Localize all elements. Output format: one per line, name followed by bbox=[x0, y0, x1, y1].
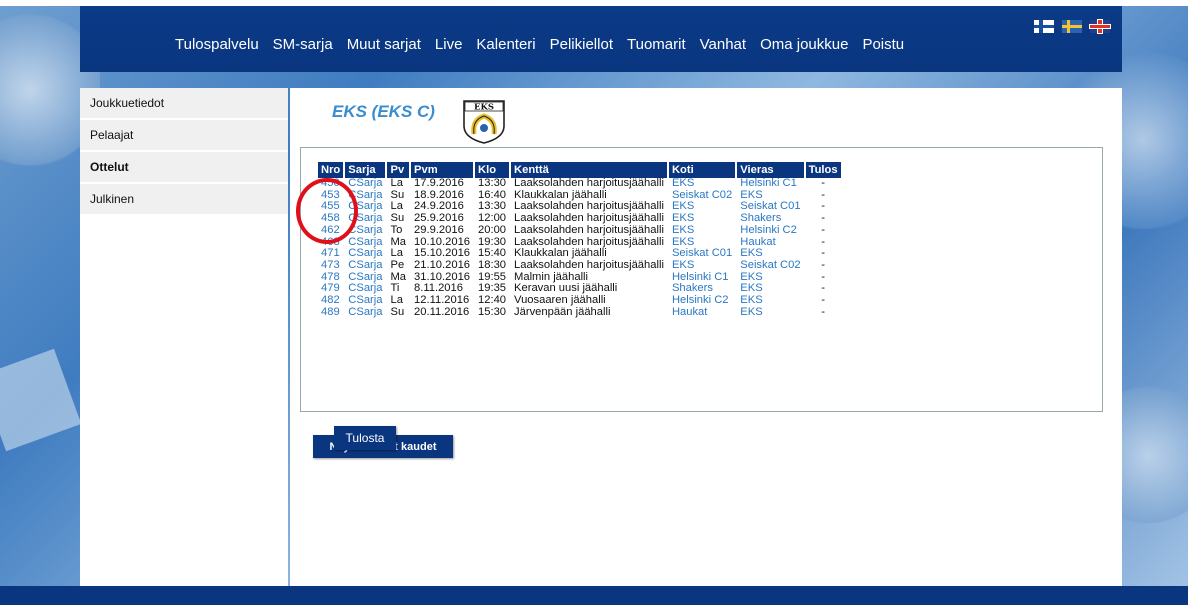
cell-tulos: - bbox=[821, 305, 825, 318]
column-header-sarja[interactable]: Sarja bbox=[345, 162, 386, 178]
cell-vieras[interactable]: EKS bbox=[737, 294, 803, 307]
cell-klo: 18:30 bbox=[478, 258, 507, 271]
nav-item-muut-sarjat[interactable]: Muut sarjat bbox=[347, 36, 421, 53]
cell-koti[interactable]: EKS bbox=[669, 224, 735, 237]
nav-item-poistu[interactable]: Poistu bbox=[862, 36, 904, 53]
cell-vieras[interactable]: Helsinki C2 bbox=[737, 224, 803, 237]
cell-pvm: 12.11.2016 bbox=[414, 294, 470, 307]
cell-pv: To bbox=[390, 223, 403, 236]
team-logo-icon: EKS bbox=[463, 100, 505, 144]
cell-pvm: 21.10.2016 bbox=[414, 258, 471, 271]
cell-kentta: Laaksolahden harjoitusjäähalli bbox=[514, 258, 664, 271]
cell-pv: La bbox=[390, 294, 403, 307]
column-header-koti[interactable]: Koti bbox=[668, 162, 736, 178]
column-header-klo[interactable]: Klo bbox=[475, 162, 510, 178]
swedish-flag-icon[interactable] bbox=[1062, 20, 1082, 33]
sidebar: Joukkuetiedot Pelaajat Ottelut Julkinen bbox=[80, 88, 288, 586]
column-header-vieras[interactable]: Vieras bbox=[737, 162, 804, 178]
sidebar-item-julkinen[interactable]: Julkinen bbox=[80, 184, 288, 214]
nav-item-live[interactable]: Live bbox=[435, 36, 463, 53]
cell-pv: Su bbox=[390, 305, 405, 318]
nav-item-pelikiellot[interactable]: Pelikiellot bbox=[550, 36, 613, 53]
sidebar-item-pelaajat[interactable]: Pelaajat bbox=[80, 120, 288, 150]
sidebar-item-ottelut[interactable]: Ottelut bbox=[80, 152, 288, 182]
main-content: EKS (EKS C) EKS Nro Sarja Pv Pvm Klo Kenttä Ko… bbox=[290, 88, 1122, 586]
cell-sarja[interactable]: CSarja bbox=[345, 306, 385, 319]
cell-kentta: Järvenpään jäähalli bbox=[514, 305, 611, 318]
cell-klo: 13:30 bbox=[478, 177, 507, 189]
cell-tulos: - bbox=[821, 258, 825, 271]
cell-vieras[interactable]: Seiskat C02 bbox=[737, 259, 803, 272]
footer-bar bbox=[0, 586, 1188, 605]
cell-sarja[interactable]: CSarja bbox=[345, 177, 385, 190]
finnish-flag-icon[interactable] bbox=[1034, 20, 1054, 33]
cell-nro[interactable]: 489 bbox=[318, 306, 343, 319]
table-row: 482 CSarja La 12.11.2016 12:40 Vuosaaren jääh… bbox=[318, 294, 841, 307]
column-header-kentta[interactable]: Kenttä bbox=[511, 162, 667, 178]
cell-vieras[interactable]: Helsinki C1 bbox=[737, 177, 803, 190]
red-circle-annotation bbox=[296, 178, 358, 244]
cell-kentta: Vuosaaren jäähalli bbox=[514, 294, 606, 307]
nav-item-kalenteri[interactable]: Kalenteri bbox=[476, 36, 535, 53]
print-button[interactable]: Tulosta bbox=[334, 426, 396, 450]
nav-item-oma-joukkue[interactable]: Oma joukkue bbox=[760, 36, 848, 53]
team-title: EKS (EKS C) bbox=[332, 102, 435, 121]
language-flags bbox=[1034, 20, 1110, 33]
cell-pvm: 20.11.2016 bbox=[414, 305, 470, 318]
cell-kentta: Laaksolahden harjoitusjäähalli bbox=[514, 223, 664, 236]
cell-koti[interactable]: EKS bbox=[669, 177, 735, 190]
nav-item-tulospalvelu[interactable]: Tulospalvelu bbox=[175, 36, 259, 53]
cell-sarja[interactable]: CSarja bbox=[345, 294, 385, 307]
cell-pv: La bbox=[390, 177, 403, 189]
cell-koti[interactable]: EKS bbox=[669, 259, 735, 272]
cell-sarja[interactable]: CSarja bbox=[345, 259, 385, 272]
english-flag-icon[interactable] bbox=[1090, 20, 1110, 33]
games-panel: Nro Sarja Pv Pvm Klo Kenttä Koti Vieras Tulos 45… bbox=[300, 147, 1103, 458]
cell-kentta: Laaksolahden harjoitusjäähalli bbox=[514, 177, 664, 189]
cell-vieras[interactable]: EKS bbox=[737, 306, 803, 319]
column-header-tulos[interactable]: Tulos bbox=[805, 162, 841, 178]
cell-koti[interactable]: Helsinki C2 bbox=[669, 294, 735, 307]
logo-text: EKS bbox=[474, 103, 494, 113]
cell-tulos: - bbox=[821, 294, 825, 307]
cell-pvm: 17.9.2016 bbox=[414, 177, 464, 189]
cell-pv: Pe bbox=[390, 258, 405, 271]
sidebar-item-joukkuetiedot[interactable]: Joukkuetiedot bbox=[80, 88, 288, 118]
cell-nro[interactable]: 473 bbox=[318, 259, 343, 272]
cell-pvm: 29.9.2016 bbox=[414, 223, 464, 236]
nav-item-tuomarit[interactable]: Tuomarit bbox=[627, 36, 686, 53]
column-header-nro[interactable]: Nro bbox=[318, 162, 344, 178]
nav-item-sm-sarja[interactable]: SM-sarja bbox=[273, 36, 333, 53]
table-row: 473 CSarja Pe 21.10.2016 18:30 Laaksolahden h… bbox=[318, 258, 841, 272]
cell-klo: 20:00 bbox=[478, 223, 507, 236]
column-header-pv[interactable]: Pv bbox=[387, 162, 410, 178]
cell-klo: 15:30 bbox=[478, 305, 507, 318]
cell-nro[interactable]: 482 bbox=[318, 294, 343, 307]
cell-klo: 12:40 bbox=[478, 294, 507, 307]
games-table: Nro Sarja Pv Pvm Klo Kenttä Koti Vieras Tulos 45… bbox=[316, 162, 843, 318]
table-row: 489 CSarja Su 20.11.2016 15:30 Järvenpään jää… bbox=[318, 305, 841, 319]
cell-tulos: - bbox=[821, 223, 825, 236]
nav-item-vanhat[interactable]: Vanhat bbox=[700, 36, 746, 53]
table-header-row: Nro Sarja Pv Pvm Klo Kenttä Koti Vieras Tulos bbox=[318, 162, 841, 178]
cell-koti[interactable]: Haukat bbox=[669, 306, 735, 319]
top-navigation-bar: Tulospalvelu SM-sarja Muut sarjat Live Kalen… bbox=[80, 6, 1122, 72]
cell-tulos: - bbox=[821, 177, 825, 189]
table-row: 462 CSarja To 29.9.2016 20:00 Laaksolahden ha… bbox=[318, 223, 841, 237]
column-header-pvm[interactable]: Pvm bbox=[411, 162, 474, 178]
main-menu: Tulospalvelu SM-sarja Muut sarjat Live Kalen… bbox=[175, 36, 918, 53]
table-row: 450 CSarja La 17.9.2016 13:30 Laaksolahden ha… bbox=[318, 177, 841, 190]
